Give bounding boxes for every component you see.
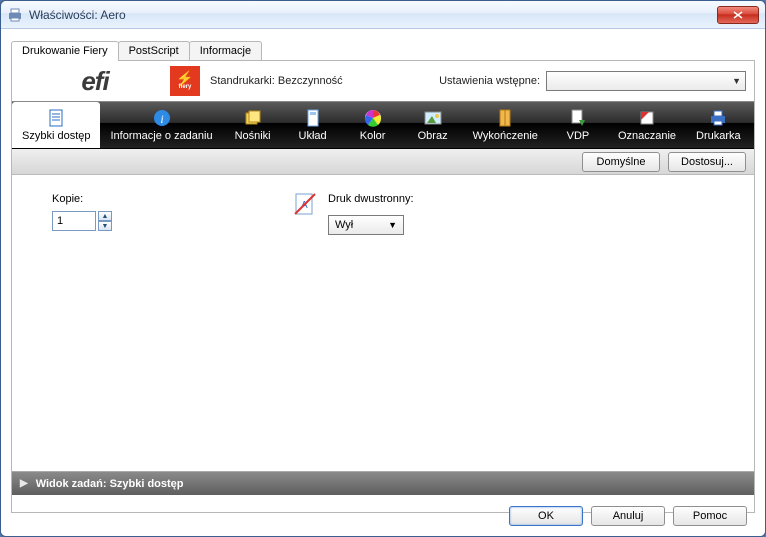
document-lines-icon xyxy=(46,108,66,128)
close-icon xyxy=(733,11,743,19)
printer-device-icon xyxy=(708,108,728,128)
tool-printer[interactable]: Drukarka xyxy=(686,102,751,148)
duplex-field: A Druk dwustronny: Wył ▼ xyxy=(292,193,414,453)
tool-label: Kolor xyxy=(360,130,386,142)
titlebar[interactable]: Właściwości: Aero xyxy=(1,1,765,29)
category-toolbar: Szybki dostęp i Informacje o zadaniu Noś… xyxy=(12,101,754,149)
tab-page-fiery: efi ⚡fiery Standrukarki: Bezczynność Ust… xyxy=(11,61,755,513)
page-icon xyxy=(303,108,323,128)
fiery-logo-icon: ⚡fiery xyxy=(170,66,200,96)
svg-text:i: i xyxy=(160,112,163,126)
info-icon: i xyxy=(152,108,172,128)
tool-label: Wykończenie xyxy=(473,130,538,142)
customize-button[interactable]: Dostosuj... xyxy=(668,152,746,172)
cancel-button[interactable]: Anuluj xyxy=(591,506,665,526)
duplex-combo[interactable]: Wył ▼ xyxy=(328,215,404,235)
stamp-icon xyxy=(637,108,657,128)
printer-status-label: Standrukarki: xyxy=(210,75,275,87)
printer-icon xyxy=(7,7,23,23)
tool-layout[interactable]: Układ xyxy=(283,102,343,148)
close-button[interactable] xyxy=(717,6,759,24)
quick-access-panel: Kopie: ▲ ▼ A Druk dwustronny: xyxy=(12,175,754,471)
tool-label: Szybki dostęp xyxy=(22,130,90,142)
help-button[interactable]: Pomoc xyxy=(673,506,747,526)
duplex-off-icon: A xyxy=(292,191,318,217)
properties-window: Właściwości: Aero Drukowanie Fiery PostS… xyxy=(0,0,766,537)
printer-status: Standrukarki: Bezczynność xyxy=(210,75,343,87)
booklet-icon xyxy=(495,108,515,128)
tool-label: VDP xyxy=(567,130,590,142)
tool-label: Nośniki xyxy=(235,130,271,142)
duplex-value: Wył xyxy=(335,219,353,231)
window-title: Właściwości: Aero xyxy=(29,8,717,22)
variable-data-icon xyxy=(568,108,588,128)
tool-quick-access[interactable]: Szybki dostęp xyxy=(12,102,100,148)
tab-postscript[interactable]: PostScript xyxy=(118,41,190,60)
copies-step-down[interactable]: ▼ xyxy=(98,221,112,231)
header-row: efi ⚡fiery Standrukarki: Bezczynność Ust… xyxy=(12,61,754,101)
tool-vdp[interactable]: VDP xyxy=(548,102,608,148)
copies-label: Kopie: xyxy=(52,193,112,205)
ok-button[interactable]: OK xyxy=(509,506,583,526)
task-view-prefix: Widok zadań: xyxy=(36,478,107,490)
tool-stamping[interactable]: Oznaczanie xyxy=(608,102,686,148)
tab-strip: Drukowanie Fiery PostScript Informacje xyxy=(11,39,755,61)
copies-step-up[interactable]: ▲ xyxy=(98,211,112,221)
tool-job-info[interactable]: i Informacje o zadaniu xyxy=(100,102,222,148)
tool-label: Oznaczanie xyxy=(618,130,676,142)
printer-status-value: Bezczynność xyxy=(278,75,343,87)
color-wheel-icon xyxy=(363,108,383,128)
duplex-label: Druk dwustronny: xyxy=(328,193,414,205)
chevron-down-icon: ▼ xyxy=(388,220,397,230)
presets-label: Ustawienia wstępne: xyxy=(439,75,540,87)
task-view-bar[interactable]: ▶ Widok zadań: Szybki dostęp xyxy=(12,471,754,495)
task-view-value: Szybki dostęp xyxy=(110,478,184,490)
tool-color[interactable]: Kolor xyxy=(343,102,403,148)
tool-media[interactable]: Nośniki xyxy=(223,102,283,148)
tool-label: Informacje o zadaniu xyxy=(110,130,212,142)
defaults-button[interactable]: Domyślne xyxy=(582,152,660,172)
presets-combo[interactable]: ▼ xyxy=(546,71,746,91)
landscape-icon xyxy=(423,108,443,128)
tool-label: Układ xyxy=(299,130,327,142)
tab-fiery-printing[interactable]: Drukowanie Fiery xyxy=(11,41,119,61)
dialog-footer: OK Anuluj Pomoc xyxy=(509,506,747,526)
tool-image[interactable]: Obraz xyxy=(403,102,463,148)
chevron-down-icon: ▼ xyxy=(732,76,741,86)
efi-logo: efi xyxy=(20,66,170,97)
sub-toolbar: Domyślne Dostosuj... xyxy=(12,149,754,175)
tool-label: Drukarka xyxy=(696,130,741,142)
tool-label: Obraz xyxy=(418,130,448,142)
tab-information[interactable]: Informacje xyxy=(189,41,262,60)
copies-input[interactable] xyxy=(52,211,96,231)
media-stack-icon xyxy=(243,108,263,128)
copies-field: Kopie: ▲ ▼ xyxy=(52,193,112,453)
tool-finishing[interactable]: Wykończenie xyxy=(463,102,548,148)
content-area: Drukowanie Fiery PostScript Informacje e… xyxy=(1,29,765,536)
chevron-right-icon: ▶ xyxy=(20,478,28,489)
